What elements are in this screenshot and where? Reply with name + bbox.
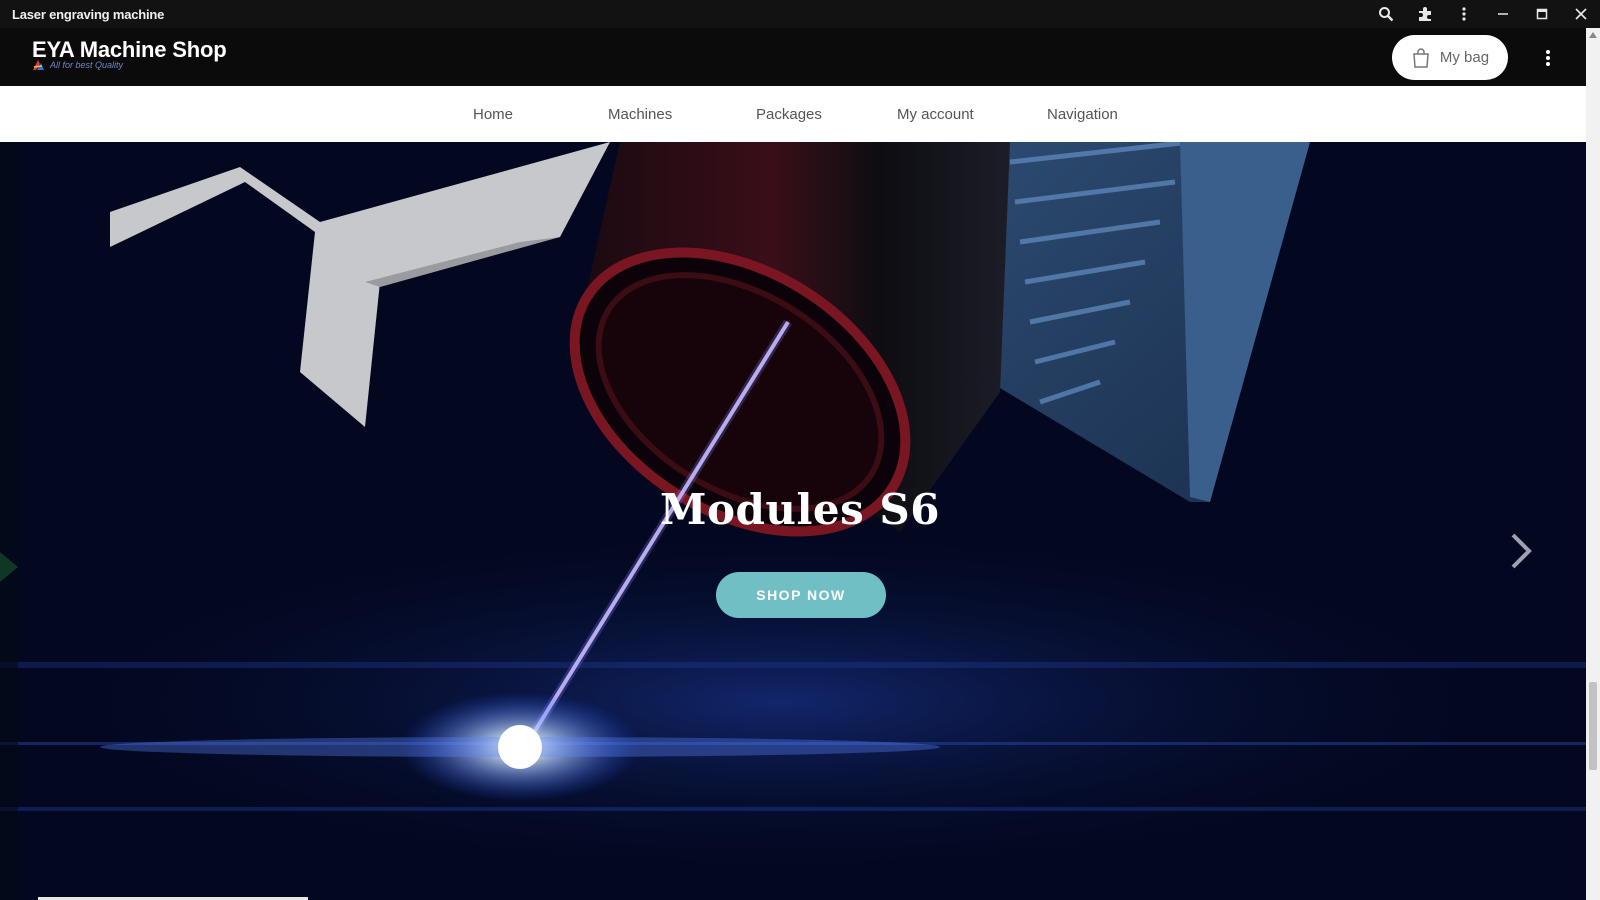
- hero-title: Modules S6: [660, 485, 940, 534]
- chevron-right-icon[interactable]: [1505, 526, 1537, 576]
- main-nav: Home Machines Packages My account Naviga…: [0, 86, 1586, 142]
- more-vert-icon[interactable]: [1538, 46, 1558, 70]
- search-icon[interactable]: [1366, 0, 1405, 28]
- scrollbar-thumb[interactable]: [1589, 682, 1597, 770]
- nav-item-home[interactable]: Home: [473, 86, 513, 142]
- nav-item-machines[interactable]: Machines: [608, 86, 672, 142]
- logo-tagline: All for best Quality: [50, 60, 124, 70]
- hero-slider: Modules S6 SHOP NOW: [0, 142, 1586, 900]
- scroll-up-arrow-icon[interactable]: [1586, 28, 1600, 42]
- window-controls: [1366, 0, 1600, 28]
- site-header: EYA Machine Shop All for best Quality My…: [0, 28, 1586, 86]
- close-icon[interactable]: [1561, 0, 1600, 28]
- minimize-icon[interactable]: [1483, 0, 1522, 28]
- nav-item-navigation[interactable]: Navigation: [1047, 86, 1118, 142]
- more-vert-icon[interactable]: [1444, 0, 1483, 28]
- shop-now-button[interactable]: SHOP NOW: [716, 572, 886, 618]
- shopping-bag-icon: [1413, 47, 1429, 68]
- nav-item-packages[interactable]: Packages: [756, 86, 822, 142]
- window-title: Laser engraving machine: [12, 6, 165, 22]
- page-scrollbar[interactable]: [1586, 28, 1600, 900]
- maximize-icon[interactable]: [1522, 0, 1561, 28]
- my-bag-button[interactable]: My bag: [1392, 35, 1508, 80]
- nav-item-my-account[interactable]: My account: [897, 86, 974, 142]
- extension-icon[interactable]: [1405, 0, 1444, 28]
- logo-mark: [33, 60, 44, 70]
- window-titlebar: Laser engraving machine: [0, 0, 1600, 28]
- my-bag-label: My bag: [1439, 49, 1490, 66]
- brand-logo: All for best Quality: [30, 57, 123, 73]
